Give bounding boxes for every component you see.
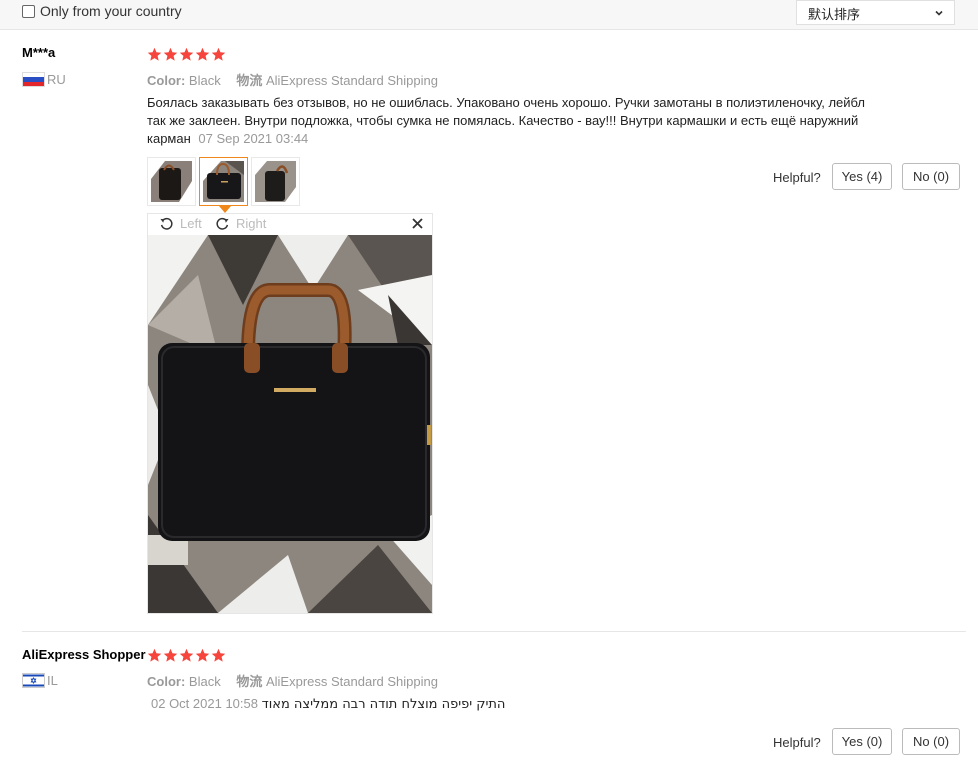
sort-dropdown[interactable]: 默认排序 [796,0,955,25]
star-icon [147,47,162,61]
review-text: התיק יפיפה מוצלח תודה רבה ממליצה מאוד [261,697,506,712]
country-checkbox[interactable] [22,5,35,18]
review-divider [22,631,966,632]
country-filter-label[interactable]: Only from your country [40,3,182,19]
review-date: 02 Oct 2021 10:58 [151,696,258,711]
order-info: Color: Black 物流 AliExpress Standard Ship… [147,70,450,89]
shipping-key: 物流 [236,74,263,89]
star-icon [179,648,194,662]
star-icon [195,648,210,662]
star-icon [179,47,194,61]
photo-thumbnail[interactable] [251,157,300,206]
color-value: Black [188,73,221,88]
star-icon [163,648,178,662]
review-date: 07 Sep 2021 03:44 [198,131,309,146]
rotate-left-button[interactable]: Left [159,216,202,231]
filter-bar: Only from your country 默认排序 [0,0,978,30]
shipping-value: AliExpress Standard Shipping [265,674,438,689]
photo-viewer: Left Right [147,213,433,614]
shipping-value: AliExpress Standard Shipping [265,73,438,88]
israel-flag-icon [22,673,45,688]
review-body: Боялась заказывать без отзывов, но не ош… [147,94,877,148]
bag-photo-thumbnail [151,161,192,202]
color-value: Black [188,674,221,689]
bag-photo-thumbnail [203,161,244,202]
star-icon [211,648,226,662]
order-info: Color: Black 物流 AliExpress Standard Ship… [147,671,450,690]
reviewer-country: RU [47,72,66,87]
rotate-right-button[interactable]: Right [215,216,266,231]
rotate-right-label: Right [236,216,267,231]
color-key: Color: [147,674,186,689]
star-rating [147,648,226,663]
star-icon [163,47,178,61]
shipping-key: 物流 [236,675,263,690]
star-rating [147,47,226,62]
reviewer-name: M***a [22,45,56,60]
review-body: 02 Oct 2021 10:58 התיק יפיפה מוצלח תודה … [151,695,651,714]
rotate-left-icon [160,217,173,230]
sort-selected-value: 默认排序 [808,8,861,23]
helpful-no-button[interactable]: No (0) [902,728,960,755]
rotate-left-label: Left [180,216,202,231]
photo-thumbnail-active[interactable] [199,157,248,206]
russia-flag-icon [22,72,45,87]
photo-thumbnail[interactable] [147,157,196,206]
photo-thumbnails [147,157,300,206]
star-icon [211,47,226,61]
helpful-no-button[interactable]: No (0) [902,163,960,190]
rotate-right-icon [216,217,229,230]
reviewer-country: IL [47,673,58,688]
helpful-label: Helpful? [773,735,821,750]
star-icon [147,648,162,662]
color-key: Color: [147,73,186,88]
chevron-down-icon [935,10,943,16]
close-icon[interactable] [411,217,424,230]
star-icon [195,47,210,61]
helpful-yes-button[interactable]: Yes (4) [832,163,892,190]
helpful-yes-button[interactable]: Yes (0) [832,728,892,755]
helpful-label: Helpful? [773,170,821,185]
active-thumbnail-indicator [219,206,231,213]
bag-photo-large [148,235,432,613]
photo-viewer-toolbar: Left Right [148,214,432,235]
bag-photo-thumbnail [255,161,296,202]
reviewer-name: AliExpress Shopper [22,647,146,662]
